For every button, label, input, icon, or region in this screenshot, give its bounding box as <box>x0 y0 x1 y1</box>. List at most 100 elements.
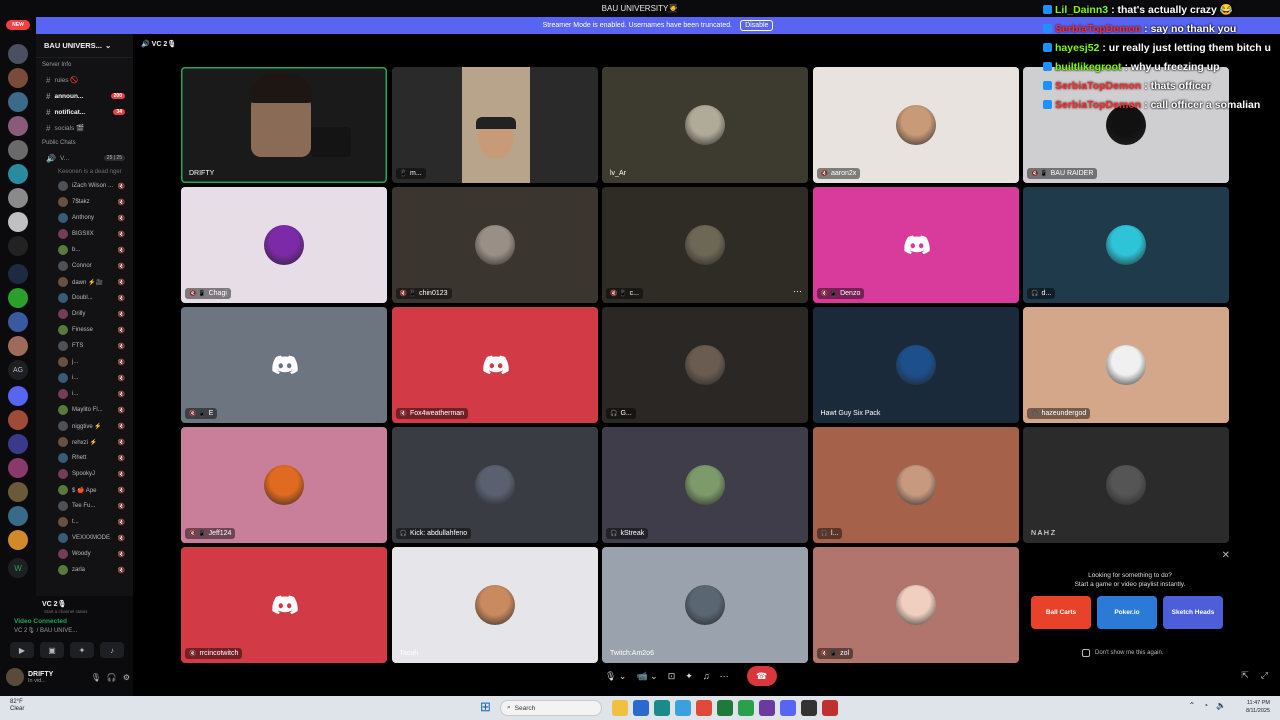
voice-member[interactable]: zarla 🔇 <box>36 562 133 578</box>
voice-member[interactable]: Anthony 🔇 <box>36 210 133 226</box>
voice-connected-sub[interactable]: VC 2🎙 / BAU UNIVE... <box>14 627 77 634</box>
app-icon[interactable] <box>675 700 691 716</box>
server-icon[interactable] <box>8 336 28 356</box>
voice-member[interactable]: FTS 🔇 <box>36 338 133 354</box>
more-icon[interactable]: ⋯ <box>793 286 802 297</box>
store-icon[interactable] <box>633 700 649 716</box>
server-icon[interactable] <box>8 386 28 406</box>
participant-tile[interactable]: 🔇 📱 Denzo <box>812 187 1019 303</box>
camera-icon[interactable]: ▶ <box>10 642 34 658</box>
voice-member[interactable]: Drilly 🔇 <box>36 306 133 322</box>
avatar[interactable] <box>6 668 24 686</box>
voice-member[interactable]: j... 🔇 <box>36 354 133 370</box>
voice-member[interactable]: i... 🔇 <box>36 370 133 386</box>
voice-member[interactable]: Rhett 🔇 <box>36 450 133 466</box>
windows-start-icon[interactable]: ⊞ <box>480 700 494 714</box>
participant-tile[interactable]: 🔇 Fox4weatherman <box>391 307 598 423</box>
activity-card[interactable]: Sketch Heads <box>1163 596 1223 629</box>
voice-member[interactable]: Finesse 🔇 <box>36 322 133 338</box>
server-icon[interactable] <box>8 482 28 502</box>
voice-member[interactable]: Doubl... 🔇 <box>36 290 133 306</box>
voice-member[interactable]: Tee Fu... 🔇 <box>36 498 133 514</box>
activity-card[interactable]: Poker.io <box>1097 596 1157 629</box>
volume-icon[interactable]: 🔈 <box>1216 701 1226 710</box>
server-icon[interactable] <box>8 458 28 478</box>
server-icon[interactable] <box>8 116 28 136</box>
mic-icon[interactable]: 🎙 ⌄ <box>605 671 626 682</box>
voice-member[interactable]: Maylito Fl... 🔇 <box>36 402 133 418</box>
voice-member[interactable]: 7$takz 🔇 <box>36 194 133 210</box>
server-icon[interactable] <box>8 92 28 112</box>
participant-tile[interactable]: 🎧 l... <box>812 427 1019 543</box>
participant-tile[interactable]: 🎧 d... <box>1023 187 1229 303</box>
app-icon[interactable] <box>801 700 817 716</box>
voice-member[interactable]: BIGSIIX 🔇 <box>36 226 133 242</box>
server-icon[interactable]: AG <box>8 360 28 380</box>
server-icon[interactable] <box>8 212 28 232</box>
server-icon[interactable] <box>8 410 28 430</box>
participant-tile[interactable]: 🔇 📱 Chagi <box>181 187 387 303</box>
participant-tile[interactable]: 🔇 📱 E <box>181 307 387 423</box>
voice-member[interactable]: rehxzi ⚡ 🔇 <box>36 434 133 450</box>
close-icon[interactable]: ✕ <box>1222 550 1230 561</box>
participant-tile[interactable]: 🔇 📱 Jeff124 <box>181 427 387 543</box>
participant-tile[interactable]: Hawt Guy Six Pack <box>812 307 1019 423</box>
server-icon[interactable] <box>8 434 28 454</box>
weather-widget[interactable]: 82°F Clear <box>10 699 24 713</box>
popout-icon[interactable]: ⇱ <box>1241 670 1249 681</box>
server-icon[interactable] <box>8 44 28 64</box>
voice-member[interactable]: dawn ⚡🎥 🔇 <box>36 274 133 290</box>
activities-icon[interactable]: ✦ <box>70 642 94 658</box>
disconnect-button[interactable]: ☎ <box>746 666 777 686</box>
screen-share-icon[interactable]: ⊡ <box>668 671 676 682</box>
fullscreen-icon[interactable]: ⤢ <box>1261 670 1268 681</box>
app-icon[interactable] <box>822 700 838 716</box>
vc-channel-row[interactable]: VC 2🎙 <box>42 600 66 608</box>
clock[interactable]: 11:47 PM 8/11/2025 <box>1246 699 1270 715</box>
app-icon[interactable] <box>738 700 754 716</box>
chrome-icon[interactable] <box>696 700 712 716</box>
soundboard-icon[interactable]: ♫ <box>703 671 710 681</box>
voice-member[interactable]: b... 🔇 <box>36 242 133 258</box>
chevron-up-icon[interactable]: ⌃ <box>1188 701 1195 710</box>
file-explorer-icon[interactable] <box>612 700 628 716</box>
server-icon[interactable] <box>8 164 28 184</box>
app-icon[interactable] <box>759 700 775 716</box>
participant-tile[interactable]: 🎧 hazeundergod <box>1023 307 1229 423</box>
participant-tile[interactable]: 🔇 aaron2x <box>812 67 1019 183</box>
voice-member[interactable]: Connor 🔇 <box>36 258 133 274</box>
participant-tile[interactable]: 📱 m... <box>391 67 598 183</box>
participant-tile[interactable]: 🔇 📱 chin0123 <box>391 187 598 303</box>
voice-member[interactable]: i... 🔇 <box>36 386 133 402</box>
channel-item[interactable]: # notificat... 34 <box>36 104 133 120</box>
participant-tile[interactable]: Twitch:Am2o6 <box>602 547 808 663</box>
disable-streamer-mode-button[interactable]: Disable <box>740 20 774 31</box>
participant-tile[interactable]: 🔇 📱 zol <box>812 547 1019 663</box>
checkbox[interactable] <box>1082 649 1090 657</box>
excel-icon[interactable] <box>717 700 733 716</box>
channel-item[interactable]: # rules 🚫 <box>36 72 133 88</box>
camera-icon[interactable]: 📹 ⌄ <box>636 671 657 682</box>
participant-tile[interactable]: Tacoh <box>391 547 598 663</box>
participant-tile[interactable]: 🎧 kStreak <box>602 427 808 543</box>
server-icon[interactable] <box>8 188 28 208</box>
channel-item[interactable]: 🔊 V... 25 | 25 <box>36 150 133 166</box>
activities-icon[interactable]: ✦ <box>685 671 693 682</box>
voice-member[interactable]: $ 🍎 Ape 🔇 <box>36 482 133 498</box>
voice-member[interactable]: t... 🔇 <box>36 514 133 530</box>
server-icon[interactable]: W <box>8 558 28 578</box>
voice-member[interactable]: iZach Wilson ... 🔇 <box>36 178 133 194</box>
channel-item[interactable]: # socials 🎬 <box>36 120 133 136</box>
server-icon[interactable] <box>8 140 28 160</box>
voice-member[interactable]: Woody 🔇 <box>36 546 133 562</box>
voice-member[interactable]: VEXXXMODE 🔇 <box>36 530 133 546</box>
participant-tile[interactable]: N A H Z <box>1023 427 1229 543</box>
server-icon[interactable] <box>8 312 28 332</box>
channel-category[interactable]: Server Info <box>36 58 133 72</box>
gear-icon[interactable]: ⚙ <box>123 673 130 682</box>
server-icon[interactable] <box>8 530 28 550</box>
activity-card[interactable]: Ball Carts <box>1031 596 1091 629</box>
headphones-icon[interactable]: 🎧 <box>107 673 117 682</box>
participant-tile[interactable]: 🔇 rrcincotwitch <box>181 547 387 663</box>
channel-category[interactable]: Public Chats <box>36 136 133 150</box>
